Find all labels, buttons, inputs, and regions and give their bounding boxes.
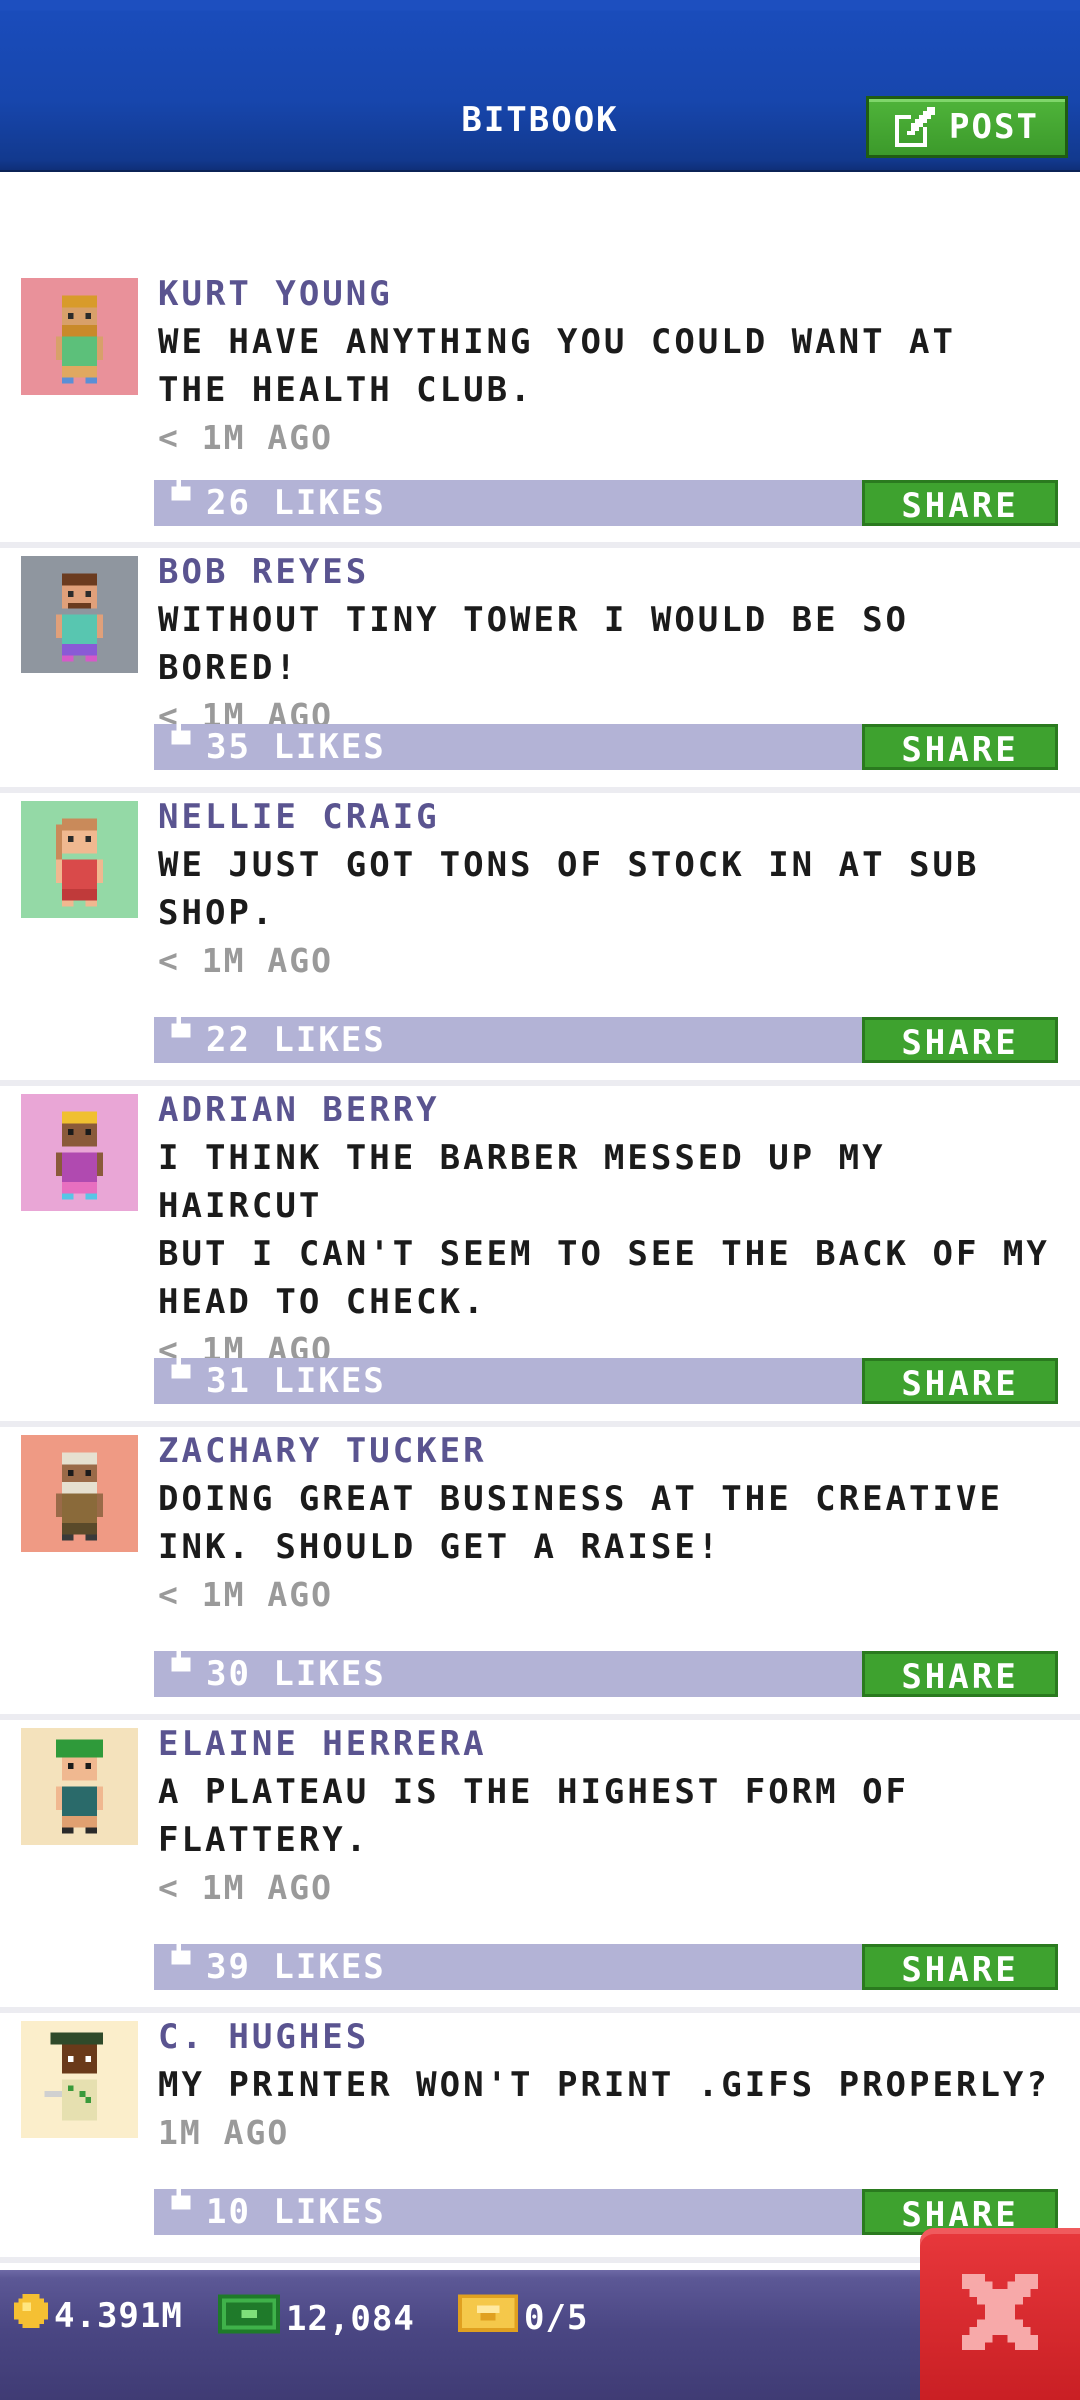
- bux-icon: [218, 2294, 280, 2343]
- post-author[interactable]: ADRIAN BERRY: [158, 1086, 1060, 1134]
- share-button[interactable]: SHARE: [862, 1651, 1058, 1697]
- share-button[interactable]: SHARE: [862, 480, 1058, 526]
- avatar: [21, 801, 138, 918]
- likes-bar: 26 LIKES SHARE: [154, 472, 1058, 526]
- likes-bar: 31 LIKES SHARE: [154, 1350, 1058, 1404]
- likes-count: 26 LIKES: [206, 483, 386, 523]
- post-time: 1M AGO: [158, 2113, 290, 2152]
- thumbs-up-icon[interactable]: [166, 1643, 196, 1681]
- coins-stat: 4.391M: [14, 2294, 183, 2337]
- bux-stat: 12,084: [218, 2294, 415, 2343]
- post-item: ZACHARY TUCKER DOING GREAT BUSINESS AT T…: [0, 1427, 1080, 1720]
- likes-bar: 10 LIKES SHARE: [154, 2181, 1058, 2235]
- status-bar: 4.391M 12,084 0/5: [0, 2270, 1080, 2400]
- post-author[interactable]: ZACHARY TUCKER: [158, 1427, 1060, 1475]
- likes-count: 22 LIKES: [206, 1020, 386, 1060]
- post-button-label: POST: [949, 107, 1039, 147]
- post-feed[interactable]: KURT YOUNG WE HAVE ANYTHING YOU COULD WA…: [0, 270, 1080, 2263]
- likes-bar: 30 LIKES SHARE: [154, 1643, 1058, 1697]
- post-author[interactable]: C. HUGHES: [158, 2013, 1060, 2061]
- post-author[interactable]: KURT YOUNG: [158, 270, 1060, 318]
- likes-bar: 22 LIKES SHARE: [154, 1009, 1058, 1063]
- likes-count: 39 LIKES: [206, 1947, 386, 1987]
- avatar: [21, 278, 138, 395]
- bux-value: 12,084: [286, 2298, 415, 2339]
- share-button[interactable]: SHARE: [862, 724, 1058, 770]
- share-button[interactable]: SHARE: [862, 1017, 1058, 1063]
- post-time: < 1M AGO: [158, 1868, 333, 1907]
- ticket-icon: [458, 2294, 518, 2341]
- likes-count: 30 LIKES: [206, 1654, 386, 1694]
- avatar: [21, 1094, 138, 1211]
- tickets-stat: 0/5: [458, 2294, 588, 2341]
- post-message: A PLATEAU IS THE HIGHEST FORM OF FLATTER…: [158, 1772, 910, 1860]
- likes-count: 35 LIKES: [206, 727, 386, 767]
- post-item: NELLIE CRAIG WE JUST GOT TONS OF STOCK I…: [0, 793, 1080, 1086]
- avatar: [21, 556, 138, 673]
- share-button[interactable]: SHARE: [862, 1944, 1058, 1990]
- post-message: MY PRINTER WON'T PRINT .GIFS PROPERLY?: [158, 2065, 1050, 2105]
- thumbs-up-icon[interactable]: [166, 1009, 196, 1047]
- post-item: BOB REYES WITHOUT TINY TOWER I WOULD BE …: [0, 548, 1080, 793]
- thumbs-up-icon[interactable]: [166, 716, 196, 754]
- post-item: C. HUGHES MY PRINTER WON'T PRINT .GIFS P…: [0, 2013, 1080, 2263]
- share-button[interactable]: SHARE: [862, 1358, 1058, 1404]
- post-button[interactable]: POST: [866, 96, 1068, 158]
- post-message: WE JUST GOT TONS OF STOCK IN AT SUB SHOP…: [158, 845, 980, 933]
- coin-icon: [14, 2294, 48, 2337]
- post-time: < 1M AGO: [158, 418, 333, 457]
- app-header: BITBOOK POST: [0, 0, 1080, 172]
- likes-bar: 39 LIKES SHARE: [154, 1936, 1058, 1990]
- likes-bar: 35 LIKES SHARE: [154, 716, 1058, 770]
- coins-value: 4.391M: [54, 2295, 183, 2336]
- thumbs-up-icon[interactable]: [166, 1350, 196, 1388]
- edit-icon: [895, 107, 936, 147]
- thumbs-up-icon[interactable]: [166, 2181, 196, 2219]
- post-time: < 1M AGO: [158, 1575, 333, 1614]
- close-button[interactable]: [920, 2228, 1080, 2400]
- post-item: ADRIAN BERRY I THINK THE BARBER MESSED U…: [0, 1086, 1080, 1427]
- avatar: [21, 2021, 138, 2138]
- post-author[interactable]: BOB REYES: [158, 548, 1060, 596]
- post-time: < 1M AGO: [158, 941, 333, 980]
- post-message: WE HAVE ANYTHING YOU COULD WANT AT THE H…: [158, 322, 956, 410]
- post-item: KURT YOUNG WE HAVE ANYTHING YOU COULD WA…: [0, 270, 1080, 548]
- avatar: [21, 1435, 138, 1552]
- tickets-value: 0/5: [524, 2297, 589, 2338]
- close-icon: [962, 2274, 1038, 2354]
- thumbs-up-icon[interactable]: [166, 472, 196, 510]
- post-author[interactable]: NELLIE CRAIG: [158, 793, 1060, 841]
- post-author[interactable]: ELAINE HERRERA: [158, 1720, 1060, 1768]
- avatar: [21, 1728, 138, 1845]
- post-message: DOING GREAT BUSINESS AT THE CREATIVE INK…: [158, 1479, 1003, 1567]
- likes-count: 10 LIKES: [206, 2192, 386, 2232]
- post-item: ELAINE HERRERA A PLATEAU IS THE HIGHEST …: [0, 1720, 1080, 2013]
- thumbs-up-icon[interactable]: [166, 1936, 196, 1974]
- post-message: I THINK THE BARBER MESSED UP MY HAIRCUT …: [158, 1138, 1050, 1322]
- likes-count: 31 LIKES: [206, 1361, 386, 1401]
- post-message: WITHOUT TINY TOWER I WOULD BE SO BORED!: [158, 600, 910, 688]
